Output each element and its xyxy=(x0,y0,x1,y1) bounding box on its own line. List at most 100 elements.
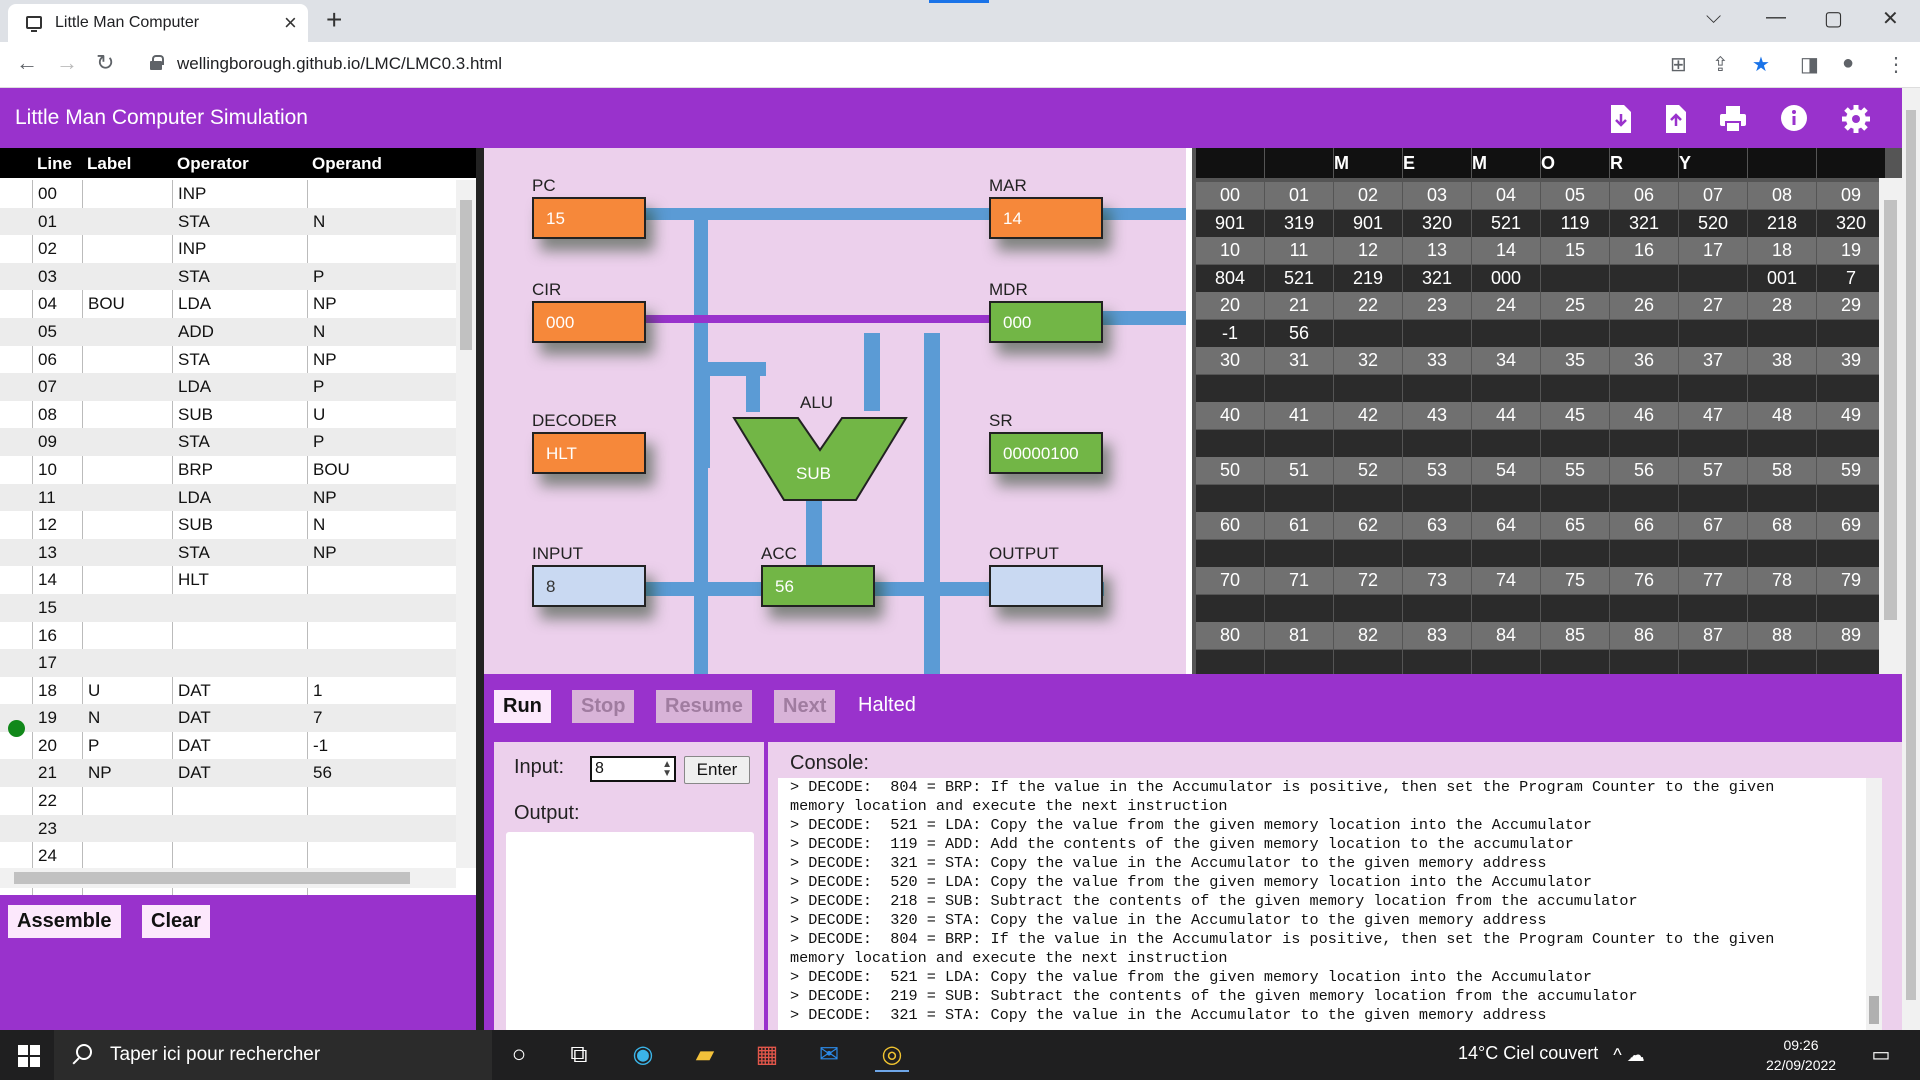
memory-value[interactable] xyxy=(1748,539,1816,567)
row-operator[interactable]: LDA xyxy=(178,377,211,397)
console-log[interactable]: > DECODE: 804 = BRP: If the value in the… xyxy=(778,778,1882,1032)
row-operand[interactable]: NP xyxy=(313,488,337,508)
scrollbar-thumb[interactable] xyxy=(1906,110,1916,1000)
memory-value[interactable] xyxy=(1196,374,1264,402)
next-button[interactable]: Next xyxy=(774,690,836,723)
program-row[interactable]: 15 xyxy=(0,593,456,622)
memory-value[interactable]: 321 xyxy=(1403,264,1471,292)
memory-value[interactable] xyxy=(1817,484,1885,512)
memory-value[interactable] xyxy=(1817,374,1885,402)
row-line-number[interactable]: 22 xyxy=(38,791,57,811)
output-box[interactable] xyxy=(506,832,754,1032)
reload-icon[interactable]: ↻ xyxy=(96,50,114,76)
maximize-icon[interactable]: ▢ xyxy=(1824,6,1843,31)
translate-icon[interactable]: ⊞ xyxy=(1670,52,1687,77)
input-number-field[interactable]: 8 ▲ ▼ xyxy=(590,756,676,782)
memory-value[interactable] xyxy=(1334,594,1402,622)
cortana-icon[interactable]: ○ xyxy=(502,1038,536,1072)
row-operator[interactable]: DAT xyxy=(178,681,211,701)
info-icon[interactable] xyxy=(1779,104,1809,134)
memory-value[interactable]: 119 xyxy=(1541,209,1609,237)
memory-value[interactable] xyxy=(1679,539,1747,567)
memory-value[interactable] xyxy=(1403,484,1471,512)
row-label[interactable]: P xyxy=(88,736,99,756)
page-scrollbar[interactable] xyxy=(1902,88,1920,1030)
row-operand[interactable]: P xyxy=(313,377,324,397)
memory-value[interactable] xyxy=(1196,594,1264,622)
row-operator[interactable]: DAT xyxy=(178,736,211,756)
memory-value[interactable]: 521 xyxy=(1265,264,1333,292)
memory-value[interactable]: -1 xyxy=(1196,319,1264,347)
program-row[interactable]: 18 U DAT 1 xyxy=(0,677,456,705)
memory-value[interactable]: 521 xyxy=(1472,209,1540,237)
row-operand[interactable]: NP xyxy=(313,543,337,563)
memory-value[interactable] xyxy=(1196,649,1264,674)
program-row[interactable]: 21 NP DAT 56 xyxy=(0,759,456,788)
row-operator[interactable]: SUB xyxy=(178,515,213,535)
program-horizontal-scrollbar[interactable] xyxy=(0,868,456,888)
scrollbar-thumb[interactable] xyxy=(14,872,410,884)
memory-value[interactable] xyxy=(1472,649,1540,674)
tab-search-chevron-icon[interactable]: ⌵ xyxy=(1706,6,1721,29)
memory-value[interactable]: 218 xyxy=(1748,209,1816,237)
program-row[interactable]: 17 xyxy=(0,649,456,677)
memory-value[interactable]: 320 xyxy=(1403,209,1471,237)
upload-icon[interactable] xyxy=(1661,104,1691,134)
enter-button[interactable]: Enter xyxy=(684,756,750,784)
chrome-icon[interactable]: ◎ xyxy=(875,1038,909,1072)
memory-value[interactable] xyxy=(1196,429,1264,457)
memory-value[interactable] xyxy=(1472,484,1540,512)
row-line-number[interactable]: 20 xyxy=(38,736,57,756)
row-operator[interactable]: BRP xyxy=(178,460,213,480)
row-label[interactable]: BOU xyxy=(88,294,125,314)
row-operator[interactable]: INP xyxy=(178,239,206,259)
row-operator[interactable]: STA xyxy=(178,432,210,452)
memory-value[interactable] xyxy=(1541,374,1609,402)
memory-value[interactable] xyxy=(1541,319,1609,347)
print-icon[interactable] xyxy=(1718,104,1748,134)
memory-value[interactable] xyxy=(1196,539,1264,567)
bookmark-star-icon[interactable]: ★ xyxy=(1752,52,1770,77)
side-panel-icon[interactable]: ◨ xyxy=(1800,52,1819,77)
memory-value[interactable] xyxy=(1403,374,1471,402)
program-row[interactable]: 24 xyxy=(0,842,456,870)
scrollbar-thumb[interactable] xyxy=(1869,996,1879,1024)
row-line-number[interactable]: 02 xyxy=(38,239,57,259)
row-label[interactable]: NP xyxy=(88,763,112,783)
program-row[interactable]: 12 SUB N xyxy=(0,511,456,539)
close-tab-icon[interactable]: × xyxy=(284,10,297,36)
memory-value[interactable] xyxy=(1679,264,1747,292)
memory-value[interactable] xyxy=(1817,539,1885,567)
memory-value[interactable] xyxy=(1403,429,1471,457)
program-row[interactable]: 22 xyxy=(0,787,456,815)
breakpoint-marker[interactable] xyxy=(8,720,25,737)
memory-value[interactable] xyxy=(1610,264,1678,292)
row-operand[interactable]: NP xyxy=(313,294,337,314)
row-operator[interactable]: LDA xyxy=(178,294,211,314)
memory-value[interactable] xyxy=(1610,649,1678,674)
row-operand[interactable]: -1 xyxy=(313,736,328,756)
program-row[interactable]: 07 LDA P xyxy=(0,373,456,401)
memory-value[interactable] xyxy=(1403,594,1471,622)
memory-value[interactable] xyxy=(1403,649,1471,674)
scrollbar-thumb[interactable] xyxy=(1884,200,1897,620)
memory-value[interactable] xyxy=(1472,429,1540,457)
windows-start-icon[interactable] xyxy=(18,1045,40,1067)
clear-button[interactable]: Clear xyxy=(142,905,211,938)
menu-icon[interactable]: ⋮ xyxy=(1886,52,1906,77)
row-operator[interactable]: LDA xyxy=(178,488,211,508)
memory-value[interactable] xyxy=(1748,374,1816,402)
store-icon[interactable]: ▦ xyxy=(750,1038,784,1072)
memory-value[interactable] xyxy=(1265,374,1333,402)
new-tab-icon[interactable]: + xyxy=(326,4,342,36)
memory-value[interactable]: 901 xyxy=(1334,209,1402,237)
browser-tab[interactable]: Little Man Computer × xyxy=(8,4,308,42)
row-operand[interactable]: N xyxy=(313,212,325,232)
memory-value[interactable] xyxy=(1403,319,1471,347)
row-operator[interactable]: DAT xyxy=(178,763,211,783)
program-row[interactable]: 09 STA P xyxy=(0,428,456,456)
memory-value[interactable] xyxy=(1679,429,1747,457)
row-line-number[interactable]: 24 xyxy=(38,846,57,866)
taskbar-clock[interactable]: 09:26 22/09/2022 xyxy=(1766,1035,1836,1075)
row-line-number[interactable]: 18 xyxy=(38,681,57,701)
